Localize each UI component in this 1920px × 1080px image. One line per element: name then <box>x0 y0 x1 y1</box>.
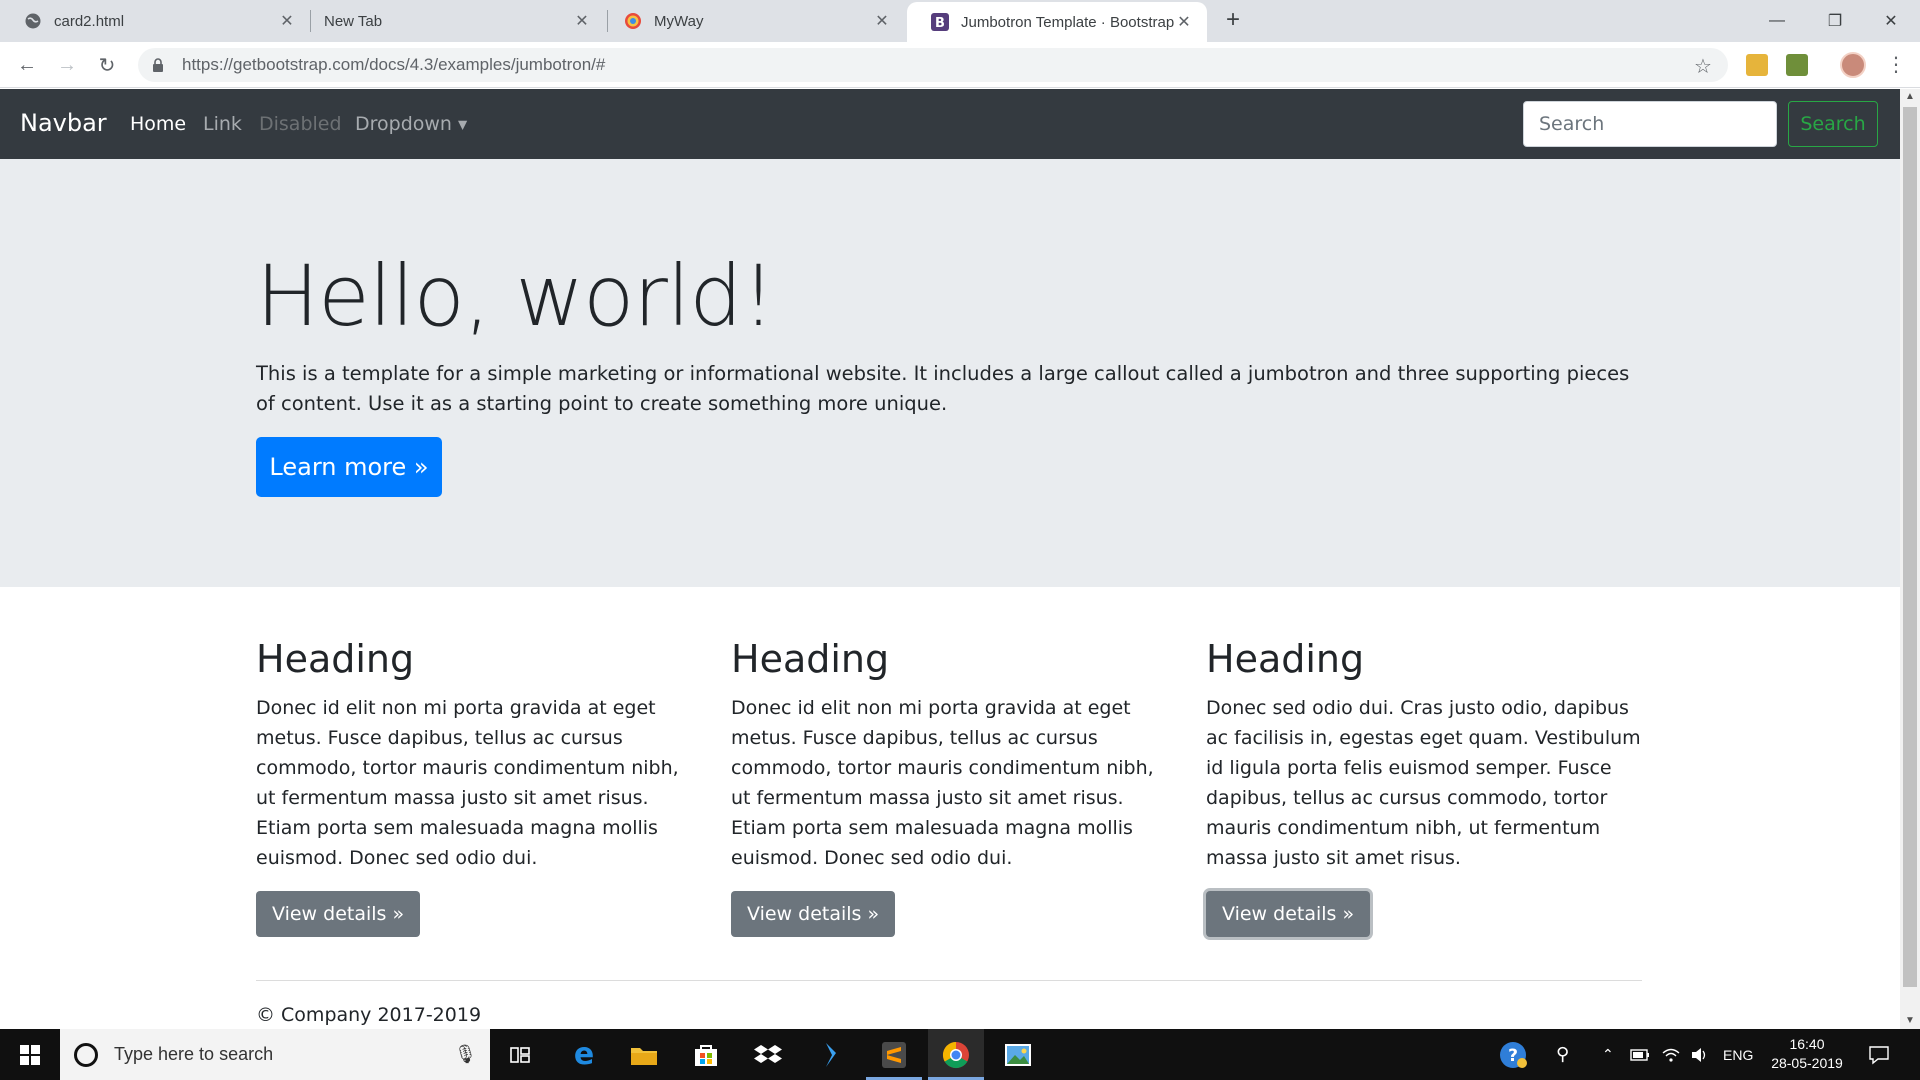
close-window-icon[interactable]: ✕ <box>1862 0 1920 42</box>
jumbotron-text: This is a template for a simple marketin… <box>256 362 1630 415</box>
restore-icon[interactable]: ❐ <box>1806 0 1864 42</box>
column-heading: Heading <box>256 637 415 681</box>
minimize-icon[interactable]: — <box>1748 0 1806 42</box>
search-placeholder: Search <box>1539 113 1605 135</box>
content-column-2: Heading Donec id elit non mi porta gravi… <box>731 637 1171 937</box>
page-scrollbar[interactable]: ▲ ▼ <box>1900 89 1920 1029</box>
nav-dropdown-label: Dropdown <box>355 113 452 135</box>
dropbox-icon[interactable] <box>740 1029 796 1080</box>
nav-link-disabled: Disabled <box>259 113 342 135</box>
clock-date: 28-05-2019 <box>1771 1055 1843 1071</box>
help-tray-icon[interactable]: ? <box>1498 1029 1528 1080</box>
scroll-up-icon[interactable]: ▲ <box>1905 91 1915 102</box>
forward-icon[interactable]: → <box>52 50 82 80</box>
learn-more-button[interactable]: Learn more » <box>256 437 442 497</box>
address-bar[interactable]: https://getbootstrap.com/docs/4.3/exampl… <box>138 48 1728 82</box>
jumbotron-title: Hello, world! <box>256 247 775 345</box>
photos-icon[interactable] <box>990 1029 1046 1080</box>
notification-icon[interactable] <box>1868 1029 1890 1080</box>
taskbar-search-placeholder: Type here to search <box>114 1044 274 1064</box>
volume-icon[interactable] <box>1690 1029 1708 1080</box>
cortana-icon <box>74 1042 98 1067</box>
close-tab-icon[interactable]: ✕ <box>278 12 296 30</box>
store-icon[interactable] <box>678 1029 734 1080</box>
browser-toolbar: ← → ↻ https://getbootstrap.com/docs/4.3/… <box>0 42 1920 88</box>
visual-studio-icon[interactable] <box>802 1029 858 1080</box>
close-tab-icon[interactable]: ✕ <box>873 12 891 30</box>
back-icon[interactable]: ← <box>12 50 42 80</box>
url-text: https://getbootstrap.com/docs/4.3/exampl… <box>182 55 606 74</box>
language-indicator[interactable]: ENG <box>1723 1029 1753 1080</box>
footer-text: © Company 2017-2019 <box>256 1004 482 1026</box>
column-text: Donec sed odio dui. Cras justo odio, dap… <box>1206 697 1641 869</box>
content-column-3: Heading Donec sed odio dui. Cras justo o… <box>1206 637 1646 937</box>
lock-icon <box>152 58 166 72</box>
myway-icon <box>624 12 642 30</box>
taskbar-search-box[interactable]: Type here to search 🎙 <box>60 1029 490 1080</box>
windows-start-icon[interactable] <box>0 1029 60 1080</box>
task-view-icon[interactable] <box>492 1029 548 1080</box>
taskbar-clock[interactable]: 16:40 28-05-2019 <box>1764 1035 1850 1073</box>
close-tab-icon[interactable]: ✕ <box>1175 13 1193 31</box>
nav-link-link[interactable]: Link <box>203 113 242 135</box>
view-details-button[interactable]: View details » <box>256 891 421 937</box>
column-text: Donec id elit non mi porta gravida at eg… <box>731 697 1154 869</box>
people-icon[interactable]: ⚲ <box>1556 1029 1569 1080</box>
tab-card2[interactable]: card2.html ✕ <box>0 0 310 42</box>
new-tab-icon[interactable]: + <box>1220 8 1246 34</box>
view-details-button[interactable]: View details » <box>1206 891 1371 937</box>
jumbotron: Hello, world! This is a template for a s… <box>0 159 1900 587</box>
close-tab-icon[interactable]: ✕ <box>573 12 591 30</box>
tab-jumbotron[interactable]: B Jumbotron Template · Bootstrap ✕ <box>907 2 1207 42</box>
profile-avatar[interactable] <box>1840 52 1866 78</box>
extension-icon[interactable] <box>1786 54 1808 76</box>
windows-taskbar: Type here to search 🎙 e ? ⚲ ⌃ ENG 16:40 … <box>0 1029 1920 1080</box>
page-viewport: Navbar Home Link Disabled Dropdown ▼ Sea… <box>0 89 1900 1029</box>
svg-text:?: ? <box>1508 1046 1518 1066</box>
globe-icon <box>24 12 42 30</box>
nav-link-home[interactable]: Home <box>130 113 186 135</box>
navbar-brand[interactable]: Navbar <box>20 109 107 137</box>
scroll-down-icon[interactable]: ▼ <box>1905 1015 1915 1026</box>
menu-kebab-icon[interactable]: ⋮ <box>1886 52 1906 78</box>
scrollbar-thumb[interactable] <box>1903 107 1917 987</box>
tab-new-tab[interactable]: New Tab ✕ <box>300 0 605 42</box>
sublime-text-icon[interactable] <box>866 1029 922 1080</box>
wifi-icon[interactable] <box>1662 1029 1680 1080</box>
tab-myway[interactable]: MyWay ✕ <box>600 0 905 42</box>
clock-time: 16:40 <box>1789 1036 1825 1052</box>
navbar-search-input[interactable]: Search <box>1523 101 1777 147</box>
browser-tab-strip: card2.html ✕ New Tab ✕ MyWay ✕ B Jumbotr… <box>0 0 1920 42</box>
svg-text:B: B <box>935 16 945 31</box>
microphone-icon[interactable]: 🎙 <box>454 1044 477 1065</box>
column-text: Donec id elit non mi porta gravida at eg… <box>256 697 679 869</box>
file-explorer-icon[interactable] <box>616 1029 672 1080</box>
site-navbar: Navbar Home Link Disabled Dropdown ▼ Sea… <box>0 89 1900 159</box>
navbar-search-button[interactable]: Search <box>1788 101 1878 147</box>
nav-dropdown[interactable]: Dropdown ▼ <box>355 113 467 135</box>
chrome-icon[interactable] <box>928 1029 984 1080</box>
edge-icon[interactable]: e <box>556 1029 612 1080</box>
battery-icon[interactable] <box>1630 1029 1650 1080</box>
content-column-1: Heading Donec id elit non mi porta gravi… <box>256 637 696 937</box>
bootstrap-icon: B <box>931 13 949 31</box>
reload-icon[interactable]: ↻ <box>92 50 122 80</box>
tray-chevron-up-icon[interactable]: ⌃ <box>1602 1029 1614 1080</box>
view-details-button[interactable]: View details » <box>731 891 896 937</box>
column-heading: Heading <box>731 637 890 681</box>
extension-icon[interactable] <box>1746 54 1768 76</box>
caret-down-icon: ▼ <box>458 117 468 132</box>
bookmark-star-icon[interactable]: ☆ <box>1694 54 1712 79</box>
column-heading: Heading <box>1206 637 1365 681</box>
footer-divider <box>256 980 1642 981</box>
